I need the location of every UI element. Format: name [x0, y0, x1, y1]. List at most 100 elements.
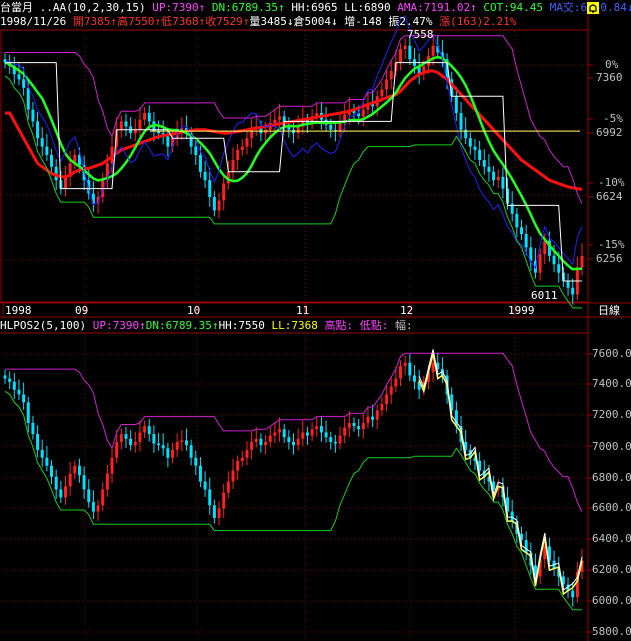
axis-label-pct5: -5% [603, 112, 623, 125]
lower-candle-body [31, 422, 35, 435]
lower-candle-body [324, 432, 328, 438]
lower-candle-body [63, 486, 67, 498]
upper-candle-body [194, 146, 198, 155]
lower-candle-body [124, 434, 128, 439]
lower-indicator-header: HLPOS2(5,100) UP:7390↑DN:6789.35↑HH:7550… [0, 319, 413, 333]
upper-candle-body [17, 74, 21, 80]
lower-candle-body [101, 489, 105, 506]
lower-candle-body [36, 434, 40, 450]
lower-candle-body [226, 481, 230, 493]
upper-candle-body [571, 287, 575, 295]
upper-candle-body [482, 160, 486, 167]
lower-axis-6800: 6800.0 [592, 471, 631, 484]
axis-label-7360: 7360 [596, 71, 623, 84]
indicator-name: AA(10,2,30,15) [52, 1, 146, 14]
ama-value: AMA:7191.02↑ [397, 1, 477, 14]
quote-volume: 量3485↓ [249, 15, 294, 28]
lower-candle-body [408, 362, 412, 376]
lower-candle-body [431, 362, 435, 373]
lower-candle-body [366, 416, 370, 423]
lower-candle-body [180, 440, 184, 442]
lower-candle-body [231, 470, 235, 482]
instrument-title[interactable]: 台當月 [0, 1, 33, 14]
upper-candle-body [222, 183, 226, 201]
upper-candle-body [119, 121, 123, 130]
upper-candle-body [203, 171, 207, 181]
quote-low: 低7368↑ [161, 15, 206, 28]
upper-candle-body [385, 79, 389, 90]
lower-magenta-line [5, 352, 583, 512]
lower-candle-body [40, 449, 44, 458]
lower-axis-5800: 5800.0 [592, 625, 631, 638]
white-step-line [5, 62, 582, 282]
lower-candle-body [3, 375, 7, 379]
upper-candle-body [143, 112, 147, 120]
upper-candle-body [26, 87, 30, 110]
trading-chart-window: 台當月 ..AA(10,2,30,15) UP:7390↑ DN:6789.35… [0, 0, 631, 641]
lower-high-point: 高點: [324, 319, 354, 332]
lower-candle-body [152, 434, 156, 444]
upper-candle-body [198, 154, 202, 172]
indicator-header: 台當月 ..AA(10,2,30,15) UP:7390↑ DN:6789.35… [0, 1, 631, 15]
lower-candle-body [115, 441, 119, 458]
bell-icon[interactable] [587, 2, 599, 14]
lower-candle-body [412, 375, 416, 382]
lower-candle-body [571, 590, 575, 598]
axis-label-pct15: -15% [598, 238, 625, 251]
lower-candle-body [217, 508, 221, 518]
upper-candle-body [496, 176, 500, 181]
lower-axis-7400: 7400.0 [592, 377, 631, 390]
lower-candle-body [236, 460, 240, 471]
lower-candle-body [310, 429, 314, 436]
quote-open: 開7385↑ [72, 15, 117, 28]
lower-candle-body [184, 440, 188, 446]
axis-label-6992: 6992 [596, 126, 623, 139]
lower-candle-body [264, 441, 268, 446]
quote-change: 漲(163)2.21% [439, 15, 517, 28]
period-button[interactable]: 日線 [598, 305, 620, 317]
lower-candle-body [110, 457, 114, 474]
lower-candle-body [166, 448, 170, 458]
axis-label-pct0: 0% [605, 58, 619, 71]
lower-candle-body [8, 378, 12, 382]
lower-candle-body [208, 489, 212, 506]
upper-candle-body [157, 131, 161, 134]
lower-candle-body [361, 422, 365, 430]
lower-candle-body [403, 362, 407, 366]
lower-candle-body [343, 427, 347, 436]
axis-label-6624: 6624 [596, 190, 623, 203]
lower-candle-body [45, 457, 49, 466]
upper-candle-body [124, 121, 128, 127]
lower-candle-body [352, 422, 356, 427]
lower-candle-body [157, 443, 161, 446]
upper-candle-body [552, 255, 556, 265]
quote-line: 1998/11/26 開7385↑高7550↑低7368↑收7529↑量3485… [0, 15, 516, 29]
lower-candle-body [375, 410, 379, 420]
lower-candle-body [54, 476, 58, 490]
lower-candle-body [77, 465, 81, 476]
lower-candle-body [394, 378, 398, 387]
cot-value: COT:94.45 [483, 1, 543, 14]
hh-value: HH:6965 [291, 1, 338, 14]
lower-green-line [4, 390, 582, 611]
upper-candle-body [543, 240, 547, 255]
lower-candle-body [189, 445, 193, 458]
lower-candle-body [198, 465, 202, 482]
lower-candle-body [510, 511, 514, 522]
upper-candle-body [236, 149, 240, 161]
upper-candle-body [459, 112, 463, 130]
lower-yellow-zigzag [418, 353, 583, 596]
quote-high: 高7550↑ [116, 15, 162, 28]
lower-candle-body [380, 403, 384, 411]
upper-candle-body [22, 79, 26, 88]
lower-candle-body [292, 441, 295, 446]
lower-candle-body [175, 441, 179, 450]
lower-ll-value: LL:7368 [271, 319, 318, 332]
upper-candle-body [361, 109, 365, 117]
lower-white-zigzag [418, 349, 583, 591]
lower-candle-body [338, 435, 342, 444]
lower-candle-body [278, 429, 282, 433]
upper-candle-body [492, 171, 496, 181]
upper-candle-body [454, 96, 458, 113]
axis-label-6256: 6256 [596, 252, 623, 265]
